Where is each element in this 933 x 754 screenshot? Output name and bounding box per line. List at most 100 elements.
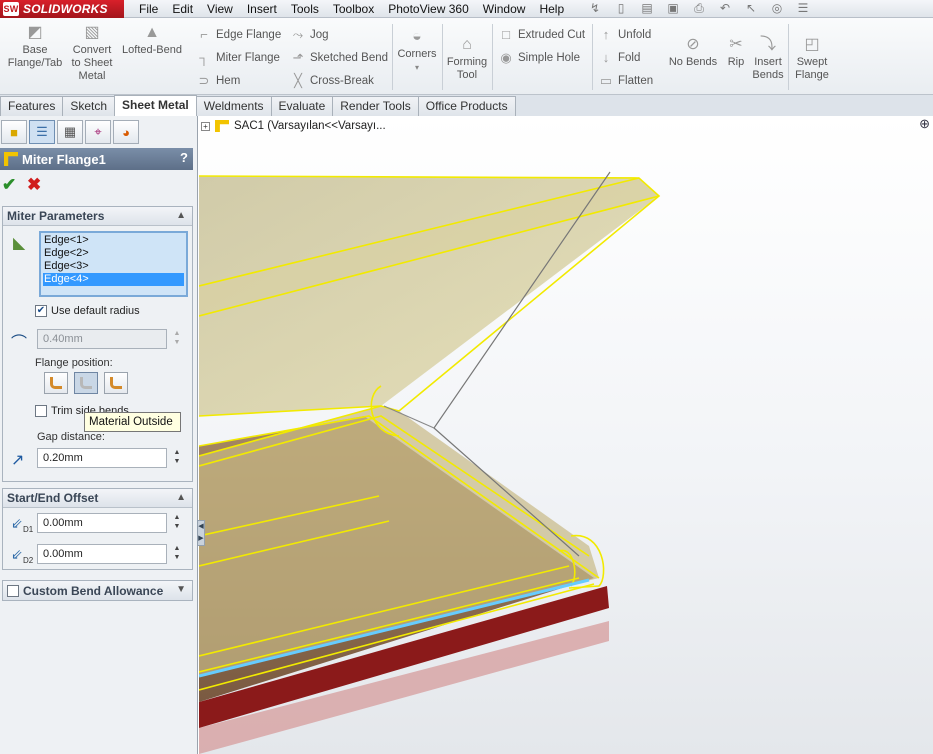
help-icon[interactable]: ? [180, 150, 188, 165]
list-item[interactable]: Edge<3> [43, 260, 184, 273]
pin-icon[interactable]: ↯ [584, 1, 606, 16]
custom-bend-allowance-header[interactable]: Custom Bend Allowance ▼ [3, 581, 192, 600]
jog-button[interactable]: ⤳ Jog [290, 27, 329, 43]
menu-toolbox[interactable]: Toolbox [326, 1, 381, 17]
hem-button[interactable]: ⊃ Hem [196, 73, 241, 89]
custom-bend-allowance-checkbox[interactable] [7, 584, 23, 597]
menu-edit[interactable]: Edit [165, 1, 200, 17]
forming-tool-button[interactable]: ⌂ Forming Tool [446, 36, 488, 82]
menu-file[interactable]: File [132, 1, 165, 17]
property-manager-tab[interactable]: ☰ [29, 120, 55, 144]
simple-hole-button[interactable]: ◉ Simple Hole [498, 50, 580, 66]
unfold-button[interactable]: ↑ Unfold [598, 27, 652, 42]
configuration-manager-tab[interactable]: ▦ [57, 120, 83, 144]
d2-label: D2 [23, 556, 34, 565]
corners-button[interactable]: ◒ Corners ▾ [396, 28, 438, 74]
select-icon[interactable]: ↖ [740, 1, 762, 16]
zoom-icon[interactable]: ⊕ [919, 116, 930, 132]
expand-icon[interactable]: ▼ [176, 584, 186, 595]
start-end-offset-header[interactable]: Start/End Offset ▲ [3, 489, 192, 508]
tab-office-products[interactable]: Office Products [417, 96, 516, 116]
no-bends-button[interactable]: ⊘ No Bends [666, 36, 720, 69]
collapse-icon[interactable]: ▲ [176, 210, 186, 221]
feature-manager-tab[interactable]: ■ [1, 120, 27, 144]
convert-to-sheet-metal-button[interactable]: ▧ Convert to Sheet Metal [68, 24, 116, 83]
gap-distance-icon: ↗ [11, 452, 25, 469]
options-icon[interactable]: ☰ [792, 1, 814, 16]
checkbox-unchecked[interactable] [7, 584, 19, 597]
open-icon[interactable]: ▤ [636, 1, 658, 16]
list-item[interactable]: Edge<1> [43, 234, 184, 247]
tab-evaluate[interactable]: Evaluate [270, 96, 334, 116]
base-flange-button[interactable]: ◩ Base Flange/Tab [4, 24, 66, 70]
rip-button[interactable]: ✂ Rip [722, 36, 750, 69]
expand-icon[interactable]: + [201, 121, 210, 131]
end-offset-field[interactable]: 0.00mm [37, 544, 167, 564]
tab-render-tools[interactable]: Render Tools [332, 96, 419, 116]
collapse-icon[interactable]: ▲ [176, 492, 186, 503]
ribbon-divider [592, 24, 593, 90]
part-name: SAC1 (Varsayılan<<Varsayı... [234, 120, 386, 132]
cross-break-button[interactable]: ╳ Cross-Break [290, 73, 374, 89]
panel-collapse-handle[interactable]: ◀ ▶ [197, 520, 205, 546]
tab-sketch[interactable]: Sketch [62, 96, 116, 116]
print-icon[interactable]: ⎙ [688, 1, 710, 16]
dimxpert-manager-tab[interactable]: ⌖ [85, 120, 111, 144]
forming-tool-icon: ⌂ [462, 36, 472, 53]
display-manager-tab[interactable]: ◕ [113, 120, 139, 144]
new-document-icon[interactable]: ▯ [610, 1, 632, 16]
quick-access-toolbar: ↯ ▯ ▤ ▣ ⎙ ↶ ↖ ◎ ☰ [584, 1, 814, 16]
fold-button[interactable]: ↓ Fold [598, 50, 641, 65]
miter-parameters-header[interactable]: Miter Parameters ▲ [3, 207, 192, 226]
menu-tools[interactable]: Tools [284, 1, 326, 17]
edge-flange-button[interactable]: ⌐ Edge Flange [196, 27, 281, 42]
material-outside-button[interactable] [74, 372, 98, 394]
gap-distance-spinner[interactable]: ▲ ▼ [171, 448, 183, 468]
list-item-selected[interactable]: Edge<4> [43, 273, 184, 286]
part-icon [215, 120, 229, 132]
corners-dropdown-icon[interactable]: ▾ [396, 61, 438, 74]
edge-selection-list[interactable]: Edge<1> Edge<2> Edge<3> Edge<4> [39, 231, 188, 297]
ok-button[interactable]: ✔ [2, 175, 16, 195]
tab-sheet-metal[interactable]: Sheet Metal [114, 95, 197, 116]
extruded-cut-icon: □ [502, 27, 510, 42]
sketched-bend-button[interactable]: ⬏ Sketched Bend [290, 50, 388, 66]
menu-view[interactable]: View [200, 1, 240, 17]
menu-photoview[interactable]: PhotoView 360 [381, 1, 476, 17]
sw-logo-icon: SW [3, 2, 19, 16]
flatten-button[interactable]: ▭ Flatten [598, 73, 653, 89]
tab-features[interactable]: Features [0, 96, 64, 116]
undo-icon[interactable]: ↶ [714, 1, 736, 16]
start-offset-field[interactable]: 0.00mm [37, 513, 167, 533]
checkbox-checked[interactable]: ✔ [35, 305, 47, 317]
extruded-cut-button[interactable]: □ Extruded Cut [498, 27, 585, 42]
miter-flange-button[interactable]: ┐ Miter Flange [196, 50, 280, 65]
bend-outside-button[interactable] [104, 372, 128, 394]
insert-bends-button[interactable]: ⤵ Insert Bends [750, 36, 786, 82]
tab-weldments[interactable]: Weldments [195, 96, 272, 116]
menu-help[interactable]: Help [532, 1, 571, 17]
graphics-area[interactable]: + SAC1 (Varsayılan<<Varsayı... ⊕ [199, 116, 933, 754]
bend-radius-field[interactable]: 0.40mm [37, 329, 167, 349]
save-icon[interactable]: ▣ [662, 1, 684, 16]
use-default-radius-checkbox[interactable]: ✔ Use default radius [35, 305, 140, 317]
checkbox-unchecked[interactable] [35, 405, 47, 417]
cancel-button[interactable]: ✖ [27, 175, 41, 195]
rebuild-icon[interactable]: ◎ [766, 1, 788, 16]
base-flange-icon: ◩ [27, 24, 43, 41]
lofted-bend-button[interactable]: ▲ Lofted-Bend [120, 24, 184, 57]
solidworks-logo[interactable]: SW SOLIDWORKS [0, 0, 124, 18]
list-item[interactable]: Edge<2> [43, 247, 184, 260]
start-offset-spinner[interactable]: ▲ ▼ [171, 513, 183, 533]
gap-distance-field[interactable]: 0.20mm [37, 448, 167, 468]
swept-flange-button[interactable]: ◰ Swept Flange [792, 36, 832, 82]
menu-insert[interactable]: Insert [240, 1, 284, 17]
feature-tree-flyout[interactable]: + SAC1 (Varsayılan<<Varsayı... [201, 120, 386, 132]
menu-window[interactable]: Window [476, 1, 533, 17]
bend-radius-spinner[interactable]: ▲ ▼ [171, 329, 183, 349]
bend-outside-icon [110, 377, 122, 389]
miter-flange-icon: ┐ [199, 50, 209, 65]
sheet-metal-model[interactable] [199, 116, 933, 754]
material-inside-button[interactable] [44, 372, 68, 394]
end-offset-spinner[interactable]: ▲ ▼ [171, 544, 183, 564]
